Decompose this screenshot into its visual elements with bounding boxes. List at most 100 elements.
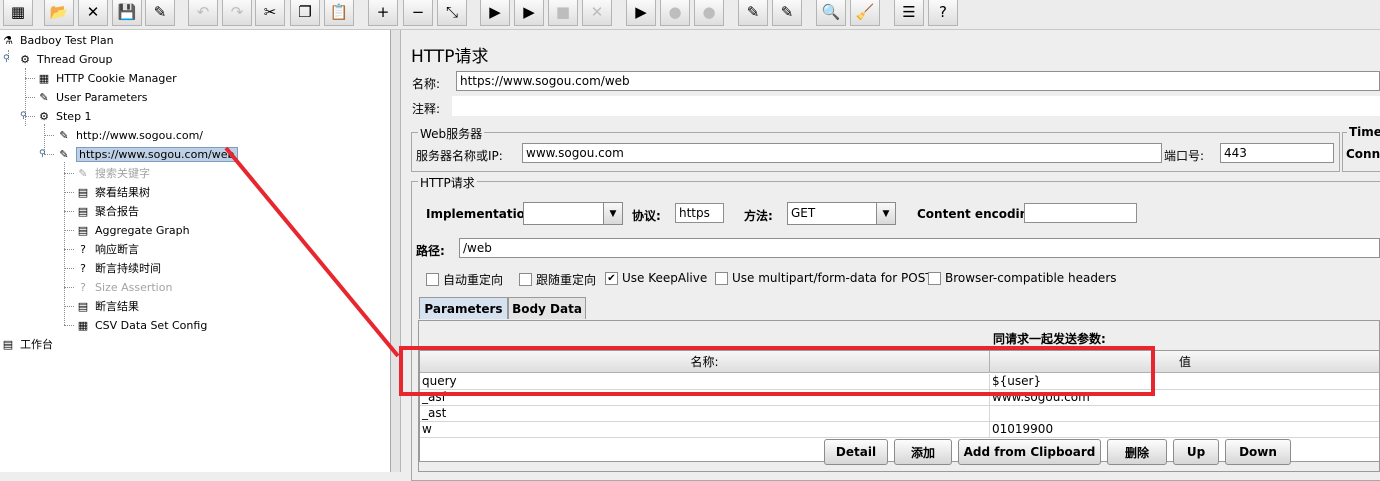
tab-parameters[interactable]: Parameters bbox=[419, 297, 508, 319]
port-label: 端口号: bbox=[1164, 149, 1205, 163]
option-checkbox[interactable]: 自动重定向 bbox=[426, 271, 503, 288]
tree-node[interactable]: ▤ 聚合报告 bbox=[75, 202, 139, 220]
tree-node[interactable]: ▤ 察看结果树 bbox=[75, 183, 150, 201]
down-button[interactable]: Down bbox=[1225, 439, 1291, 465]
tree-node[interactable]: ? 断言持续时间 bbox=[75, 259, 161, 277]
remote-exit-icon[interactable]: ● bbox=[694, 0, 724, 26]
checkbox-unchecked-icon[interactable] bbox=[715, 271, 728, 285]
tree-node[interactable]: ✎ User Parameters bbox=[36, 88, 147, 106]
tree-node[interactable]: ✎ 搜索关键字 bbox=[75, 164, 150, 182]
chevron-down-icon[interactable]: ▼ bbox=[603, 203, 622, 224]
expand-handle-icon[interactable]: ⚲ bbox=[3, 55, 10, 64]
chevron-down-icon[interactable]: ▼ bbox=[876, 203, 895, 224]
tree-node[interactable]: ? 响应断言 bbox=[75, 240, 139, 258]
tree-node[interactable]: ▤ 工作台 bbox=[0, 335, 53, 353]
tab-body-data[interactable]: Body Data bbox=[508, 297, 586, 319]
split-pane-divider[interactable] bbox=[391, 30, 401, 472]
tree-node-icon: ⚗ bbox=[3, 33, 13, 47]
tree-node[interactable]: ✎ http://www.sogou.com/ bbox=[56, 126, 203, 144]
table-cell-name[interactable]: _ast bbox=[420, 406, 990, 422]
expand-handle-icon[interactable]: ⚲ bbox=[39, 150, 46, 159]
add-button[interactable]: 添加 bbox=[894, 439, 952, 465]
table-cell-name[interactable]: query bbox=[420, 374, 990, 390]
table-cell-value[interactable]: ${user} bbox=[990, 374, 1379, 390]
protocol-field[interactable]: https bbox=[675, 203, 724, 223]
test-plan-tree: ⚲ ⚲ ⚲ ⚗ Badboy Test Plan ⚙ Thread Group ▦ HTT… bbox=[0, 30, 391, 472]
save-as-icon[interactable]: ✎ bbox=[145, 0, 175, 26]
tree-node[interactable]: ✎ https://www.sogou.com/web bbox=[56, 145, 238, 163]
templates-icon[interactable]: ▦ bbox=[3, 0, 33, 26]
expand-handle-icon[interactable]: ⚲ bbox=[20, 112, 27, 121]
start-icon[interactable]: ▶ bbox=[480, 0, 510, 26]
clear-icon[interactable]: ✎ bbox=[738, 0, 768, 26]
parameters-caption: 同请求一起发送参数: bbox=[993, 332, 1106, 346]
copy-icon[interactable]: ❐ bbox=[290, 0, 320, 26]
tree-node[interactable]: ▦ HTTP Cookie Manager bbox=[36, 69, 177, 87]
tree-node[interactable]: ⚗ Badboy Test Plan bbox=[0, 31, 114, 49]
server-label: 服务器名称或IP: bbox=[416, 149, 503, 163]
expand-icon[interactable]: + bbox=[368, 0, 398, 26]
web-server-group-title: Web服务器 bbox=[418, 125, 485, 142]
close-icon[interactable]: ✕ bbox=[78, 0, 108, 26]
search-icon[interactable]: 🔍 bbox=[816, 0, 846, 26]
table-cell-name[interactable]: _asf bbox=[420, 390, 990, 406]
column-header-value[interactable]: 值 bbox=[990, 351, 1379, 373]
path-field[interactable]: /web bbox=[459, 238, 1380, 258]
tree-node[interactable]: ? Size Assertion bbox=[75, 278, 172, 296]
paste-icon[interactable]: 📋 bbox=[324, 0, 354, 26]
collapse-icon[interactable]: − bbox=[403, 0, 433, 26]
help-icon[interactable]: ? bbox=[928, 0, 958, 26]
reset-search-icon[interactable]: 🧹 bbox=[850, 0, 880, 26]
table-cell-value[interactable]: www.sogou.com bbox=[990, 390, 1379, 406]
server-field[interactable]: www.sogou.com bbox=[522, 143, 1162, 163]
tree-node[interactable]: ⚙ Thread Group bbox=[17, 50, 112, 68]
tree-node-icon: ✎ bbox=[78, 166, 88, 180]
tree-node[interactable]: ⚙ Step 1 bbox=[36, 107, 91, 125]
name-field[interactable]: https://www.sogou.com/web bbox=[456, 71, 1380, 91]
tree-node[interactable]: ▦ CSV Data Set Config bbox=[75, 316, 208, 334]
option-checkbox[interactable]: Browser-compatible headers bbox=[928, 271, 1117, 285]
method-select[interactable]: GET ▼ bbox=[787, 202, 896, 225]
table-cell-name[interactable]: w bbox=[420, 422, 990, 438]
table-cell-value[interactable]: 01019900 bbox=[990, 422, 1379, 438]
option-checkbox[interactable]: ✔ Use KeepAlive bbox=[605, 271, 707, 285]
column-header-name[interactable]: 名称: bbox=[420, 351, 990, 373]
clear-all-icon[interactable]: ✎ bbox=[772, 0, 802, 26]
tree-node-icon: ▤ bbox=[77, 204, 89, 218]
timeouts-group-title: Timeo bbox=[1347, 125, 1380, 139]
detail-button[interactable]: Detail bbox=[824, 439, 888, 465]
start-no-pauses-icon[interactable]: ▶ bbox=[514, 0, 544, 26]
checkbox-unchecked-icon[interactable] bbox=[426, 273, 439, 286]
undo-icon[interactable]: ↶ bbox=[188, 0, 218, 26]
stop-icon[interactable]: ■ bbox=[548, 0, 578, 26]
tree-node-icon: ✎ bbox=[39, 90, 49, 104]
tree-node-icon: ? bbox=[80, 280, 86, 294]
tree-node[interactable]: ▤ 断言结果 bbox=[75, 297, 139, 315]
save-icon[interactable]: 💾 bbox=[112, 0, 142, 26]
content-encoding-field[interactable] bbox=[1024, 203, 1137, 223]
tree-node-label: Thread Group bbox=[37, 52, 113, 66]
redo-icon[interactable]: ↷ bbox=[222, 0, 252, 26]
delete-button[interactable]: 删除 bbox=[1107, 439, 1167, 465]
toggle-icon[interactable]: ⤡ bbox=[437, 0, 467, 26]
tree-node[interactable]: ▤ Aggregate Graph bbox=[75, 221, 190, 239]
option-checkbox[interactable]: 跟随重定向 bbox=[519, 271, 596, 288]
checkbox-unchecked-icon[interactable] bbox=[928, 271, 941, 285]
implementation-select[interactable]: ▼ bbox=[523, 202, 623, 225]
remote-start-icon[interactable]: ▶ bbox=[626, 0, 656, 26]
up-button[interactable]: Up bbox=[1173, 439, 1219, 465]
port-field[interactable]: 443 bbox=[1220, 143, 1334, 163]
comment-field[interactable] bbox=[452, 96, 1380, 116]
tree-node-label: 聚合报告 bbox=[95, 205, 139, 218]
remote-stop-icon[interactable]: ● bbox=[660, 0, 690, 26]
tree-node-icon: ▤ bbox=[77, 299, 89, 313]
function-helper-icon[interactable]: ☰ bbox=[894, 0, 924, 26]
open-icon[interactable]: 📂 bbox=[44, 0, 74, 26]
shutdown-icon[interactable]: ✕ bbox=[582, 0, 612, 26]
cut-icon[interactable]: ✂ bbox=[255, 0, 285, 26]
checkbox-checked-icon[interactable]: ✔ bbox=[605, 271, 618, 285]
checkbox-unchecked-icon[interactable] bbox=[519, 273, 532, 286]
table-cell-value[interactable] bbox=[990, 406, 1379, 422]
option-checkbox[interactable]: Use multipart/form-data for POST bbox=[715, 271, 933, 285]
add-from-clipboard-button[interactable]: Add from Clipboard bbox=[958, 439, 1101, 465]
